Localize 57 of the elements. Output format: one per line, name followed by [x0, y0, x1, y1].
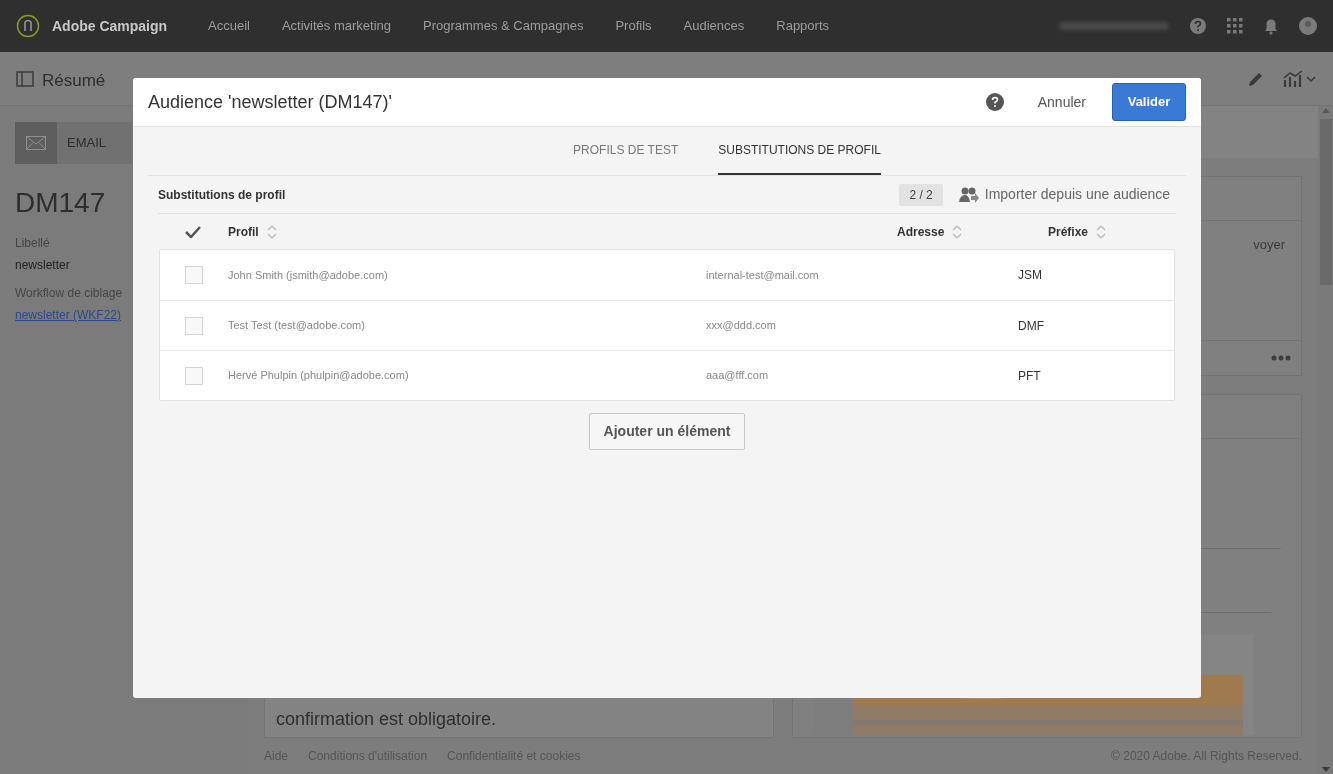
tab[interactable]: PROFILS DE TEST: [573, 127, 679, 175]
table-cell-text: Test Test (test@adobe.com): [228, 318, 366, 334]
table-cell-text: John Smith (jsmith@adobe.com): [228, 267, 389, 283]
table-cell-text: Hervé Phulpin (phulpin@adobe.com): [228, 368, 410, 384]
add-item-button[interactable]: Ajouter un élément: [588, 413, 746, 450]
table-cell-text: xxx@ddd.com: [706, 318, 777, 334]
nav-link[interactable]: Accueil: [208, 16, 250, 36]
pencil-icon[interactable]: [1247, 70, 1265, 88]
table-cell-text: DMF: [1018, 317, 1044, 335]
card-text: confirmation est obligatoire.: [276, 708, 497, 731]
cancel-button[interactable]: Annuler: [1027, 83, 1096, 121]
tab[interactable]: SUBSTITUTIONS DE PROFIL: [718, 127, 881, 175]
page-title: Résumé: [42, 70, 106, 92]
checkbox[interactable]: [185, 366, 203, 385]
section-title: Substitutions de profil: [158, 186, 286, 204]
scroll-down-icon[interactable]: [1321, 767, 1330, 772]
nav-link[interactable]: Rapports: [776, 16, 829, 36]
nav-link[interactable]: Programmes & Campagnes: [423, 16, 584, 36]
table-cell-text: PFT: [1018, 367, 1041, 385]
table-cell-text: internal-test@mail.com: [706, 267, 820, 283]
help-icon[interactable]: [1189, 17, 1207, 35]
logo-icon: [16, 14, 40, 38]
scroll-up-icon[interactable]: [1321, 108, 1330, 113]
more-icon[interactable]: [1271, 355, 1291, 361]
card-text: voyer: [1253, 236, 1285, 254]
sort-icon[interactable]: [952, 224, 963, 239]
checkbox[interactable]: [185, 266, 203, 284]
help-icon[interactable]: [985, 93, 1004, 111]
column-header[interactable]: Adresse: [897, 222, 1048, 241]
chart-icon[interactable]: [1283, 70, 1317, 88]
confirm-button[interactable]: Valider: [1112, 83, 1186, 121]
app-name: Adobe Campaign: [52, 16, 169, 36]
table-cell-text: aaa@fff.com: [706, 368, 770, 384]
avatar-icon[interactable]: [1299, 17, 1317, 35]
scroll-thumb[interactable]: [1319, 119, 1332, 285]
count-badge: 2 / 2: [899, 183, 943, 206]
channel-label: EMAIL: [57, 122, 132, 164]
nav-link[interactable]: Activités marketing: [281, 16, 391, 36]
bell-icon[interactable]: [1263, 17, 1279, 35]
delivery-code: DM147: [15, 186, 106, 220]
nav-link[interactable]: Audiences: [683, 16, 745, 36]
apps-grid-icon[interactable]: [1227, 18, 1243, 34]
column-header[interactable]: Préfixe: [1048, 222, 1148, 241]
column-header[interactable]: Profil: [228, 222, 897, 241]
dialog-title: Audience 'newsletter (DM147)': [148, 90, 392, 114]
nav-link[interactable]: Profils: [615, 16, 652, 36]
import-button[interactable]: Importer depuis une audience: [958, 184, 1170, 205]
sort-icon[interactable]: [266, 224, 277, 239]
table-cell-text: JSM: [1018, 267, 1042, 284]
check-all-icon[interactable]: [185, 225, 201, 238]
panel-icon[interactable]: [16, 71, 34, 87]
scrollbar[interactable]: [1318, 106, 1333, 774]
field-value: newsletter: [15, 257, 70, 274]
sort-icon[interactable]: [1096, 224, 1107, 239]
checkbox[interactable]: [185, 316, 203, 335]
users-icon: [958, 185, 979, 204]
envelope-icon: [26, 136, 46, 150]
